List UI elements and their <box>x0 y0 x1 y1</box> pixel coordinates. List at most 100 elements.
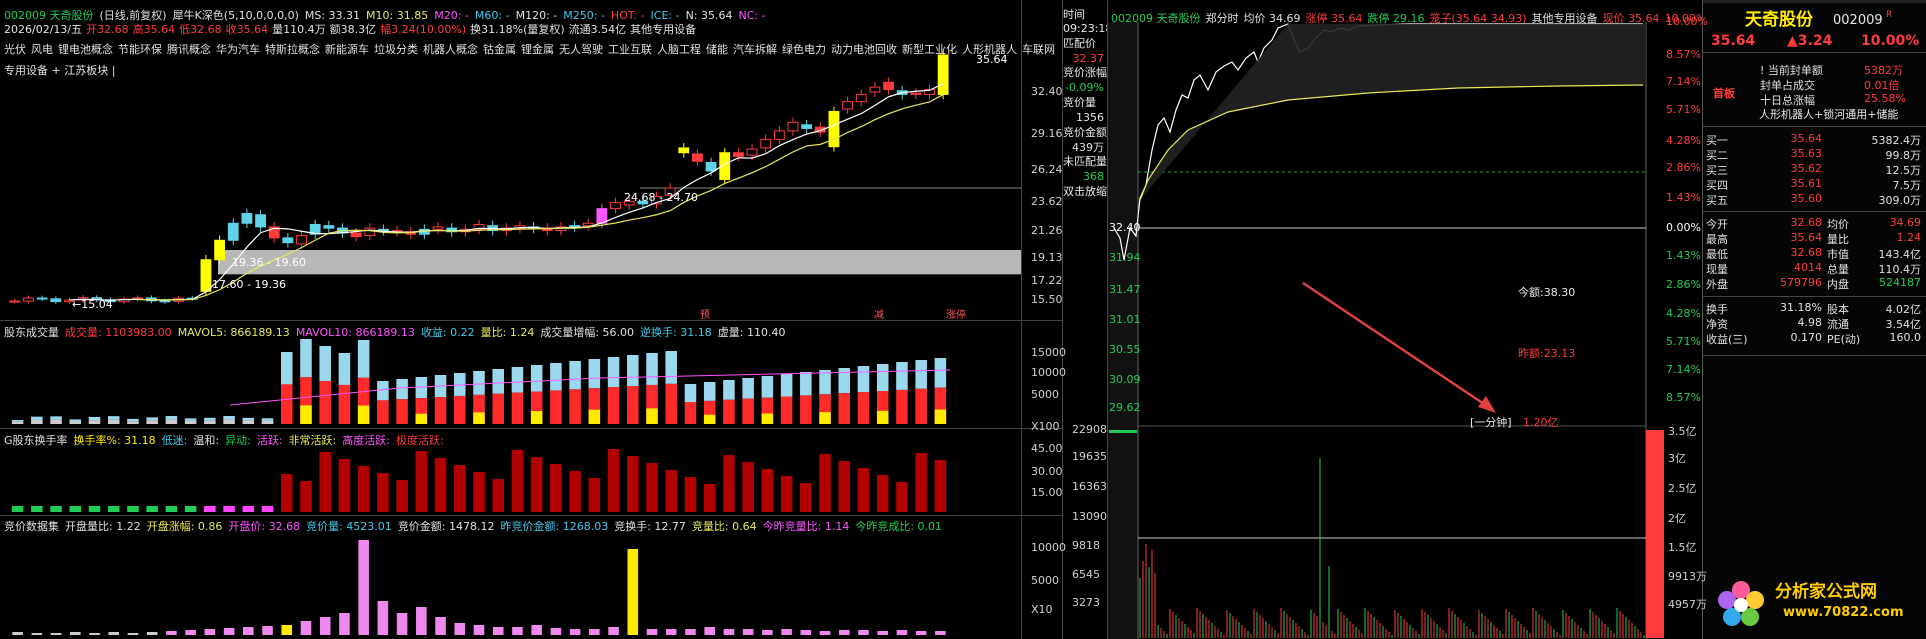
volume-bar <box>934 358 947 388</box>
candle <box>282 237 294 244</box>
turnover-bar <box>761 469 774 512</box>
auction-bar <box>550 628 562 635</box>
volume-bar <box>50 416 62 420</box>
volume-bar <box>165 419 178 424</box>
quote-stat-label: 市值 <box>1827 248 1849 261</box>
pct-axis-label: 8.57% <box>1666 391 1701 404</box>
order-book-level: 买四 <box>1706 179 1728 192</box>
volume-bar <box>511 392 524 424</box>
volume-bar <box>300 405 312 424</box>
auction-bar <box>858 630 869 635</box>
auction-bar <box>742 629 754 635</box>
event-marker: 预 <box>700 309 710 320</box>
event-marker: 涨停 <box>946 308 966 320</box>
zone-label: 17.60 - 19.36 <box>212 278 286 291</box>
logo-text: 分析家公式网 <box>1775 582 1877 602</box>
kline-panel[interactable]: 002009 天奇股份 (日线,前复权) 犀牛K深色(5,10,0,0,0,0) MS… <box>0 0 1062 320</box>
volume-bar <box>50 419 62 424</box>
candle <box>9 300 21 303</box>
pct-axis-label: 8.57% <box>1666 48 1701 61</box>
auction-bar <box>358 540 369 635</box>
volume-bar <box>338 384 351 424</box>
auction-bar <box>50 633 62 635</box>
kline-axis-label: 21.26 <box>1031 224 1063 237</box>
board-info-value: 0.01倍 <box>1864 79 1900 92</box>
volume-bar <box>550 390 562 424</box>
volume-bar <box>242 420 255 424</box>
turnover-bar <box>396 480 408 512</box>
turnover-bar <box>146 506 158 512</box>
kline-chart[interactable]: 35.64 ←15.04 24.68 - 24.70 19.36 - 19.60 17.… <box>0 0 1062 320</box>
change-amount: ▲3.24 <box>1787 33 1833 49</box>
pct-axis-label: 5.71% <box>1666 103 1701 116</box>
auction-bar <box>185 630 196 635</box>
volume-bar <box>742 398 754 424</box>
auction-bar <box>608 627 619 635</box>
volume-bar <box>127 421 139 424</box>
intraday-volume-axis-label: 22908 <box>1072 423 1107 436</box>
intraday-volume-axis-label: 16363 <box>1072 480 1107 493</box>
volume-bar <box>703 382 716 401</box>
intraday-left-axis-label: 30.09 <box>1109 373 1141 386</box>
turnover-bar <box>204 506 216 512</box>
intraday-volume-axis-label: 6545 <box>1072 568 1100 581</box>
turnover-bar <box>11 506 24 512</box>
volume-bar <box>357 405 370 424</box>
volume-bar <box>876 364 889 391</box>
candle <box>842 101 854 110</box>
volume-bar <box>569 389 581 424</box>
turnover-chart[interactable] <box>0 428 1022 515</box>
candle <box>200 259 212 292</box>
intraday-panel[interactable]: 002009 天奇股份 郑分时 均价 34.69 涨停 35.64 跌停 29.16 笼子… <box>1107 0 1744 639</box>
volume-axis-label: X100 <box>1031 420 1060 433</box>
volume-bar <box>107 419 120 424</box>
candle <box>910 92 922 95</box>
quote-stat-label: 流通 <box>1827 318 1849 331</box>
volume-bar <box>857 392 870 424</box>
auction-bar <box>762 630 773 635</box>
intraday-chart[interactable] <box>1108 0 1703 639</box>
candle <box>732 152 744 157</box>
auction-bar <box>243 627 254 635</box>
turnover-bar <box>492 479 504 512</box>
volume-bar <box>838 368 851 394</box>
auction-bar <box>646 629 658 635</box>
volume-bar <box>780 396 793 424</box>
candle <box>241 213 253 224</box>
flower-logo-icon <box>1718 581 1764 626</box>
intraday-amount-axis-label: 3亿 <box>1668 452 1686 465</box>
turnover-bar <box>627 456 639 512</box>
auction-axis-label: X10 <box>1031 603 1053 616</box>
candle <box>828 110 840 148</box>
auction-axis-label: 5000 <box>1031 574 1059 587</box>
candle <box>296 234 307 245</box>
auction-item-label: 竞价金额 <box>1063 126 1107 139</box>
candle <box>159 300 171 303</box>
turnover-bar <box>550 464 562 512</box>
candle <box>214 239 226 261</box>
turnover-bar <box>88 506 101 512</box>
stock-tag: R <box>1886 10 1893 20</box>
candle <box>610 202 621 210</box>
candle <box>323 225 335 229</box>
candle <box>869 86 881 93</box>
board-info-value: 25.58% <box>1864 92 1906 105</box>
turnover-bar <box>184 506 197 512</box>
volume-bar <box>31 416 43 420</box>
volume-bar <box>511 367 524 393</box>
candle <box>227 222 239 241</box>
quote-stat-label: 最低 <box>1706 248 1728 261</box>
intraday-avg-line <box>1139 84 1644 201</box>
volume-bar <box>896 362 908 390</box>
turnover-bar <box>434 458 447 512</box>
volume-bar <box>184 418 197 421</box>
candle <box>255 214 266 228</box>
amount-bar <box>1646 430 1664 638</box>
auction-chart[interactable] <box>0 515 1022 639</box>
intraday-left-axis-label: 32.40 <box>1109 221 1141 234</box>
volume-bar <box>261 418 274 421</box>
turnover-bar <box>69 506 82 512</box>
quote-stat-label: 均价 <box>1827 218 1849 231</box>
intraday-amount-axis-label: 1.5亿 <box>1668 541 1697 554</box>
volume-chart[interactable] <box>0 320 1022 428</box>
